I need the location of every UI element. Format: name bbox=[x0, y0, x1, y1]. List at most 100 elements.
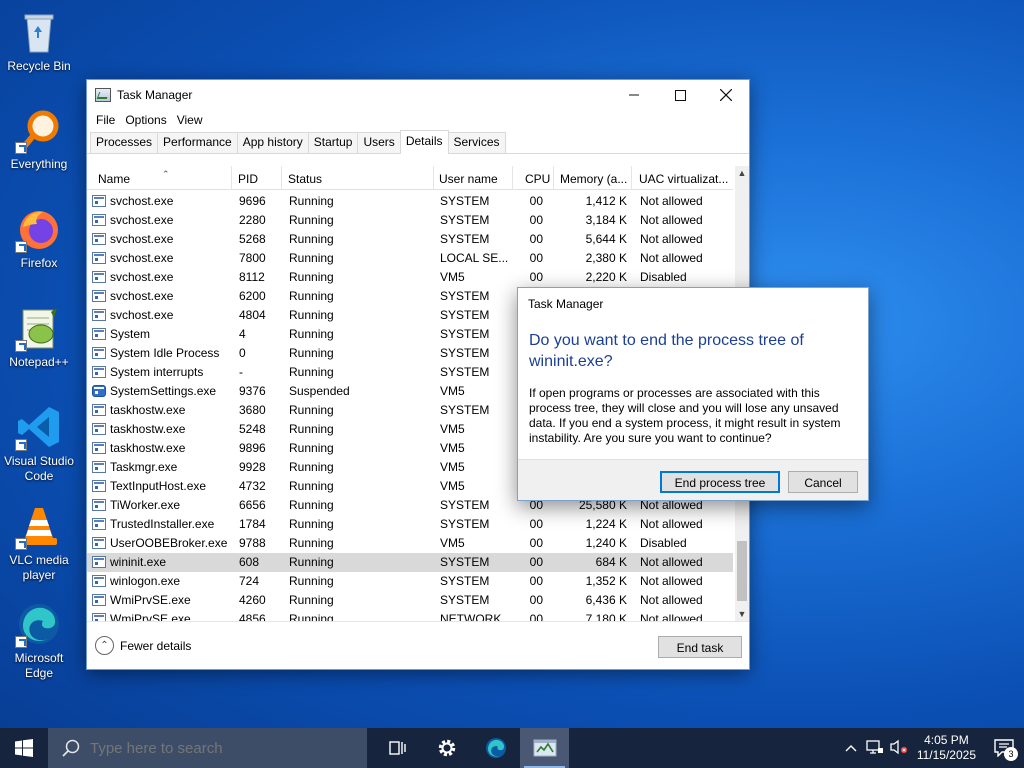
process-icon bbox=[92, 233, 106, 245]
desktop-icon-firefox[interactable]: Firefox bbox=[2, 205, 76, 271]
clock[interactable]: 4:05 PM 11/15/2025 bbox=[917, 733, 976, 763]
cell-pid: 4804 bbox=[239, 308, 266, 322]
taskbar-task-manager-button[interactable] bbox=[520, 728, 569, 768]
table-row[interactable]: svchost.exe 5268 Running SYSTEM 00 5,644 K Not… bbox=[87, 230, 733, 249]
cell-name: svchost.exe bbox=[110, 232, 174, 246]
column-header-cpu[interactable]: CPU bbox=[521, 166, 554, 190]
column-header-name[interactable]: ⌃ Name bbox=[94, 166, 232, 190]
fewer-details-link[interactable]: Fewer details bbox=[120, 639, 191, 653]
column-header-memory[interactable]: Memory (a... bbox=[556, 166, 632, 190]
tab-services[interactable]: Services bbox=[447, 132, 506, 153]
menu-options[interactable]: Options bbox=[120, 113, 171, 127]
tab-details[interactable]: Details bbox=[399, 130, 449, 154]
desktop-icon-notepad-plus-plus[interactable]: Notepad++ bbox=[2, 304, 76, 370]
cell-user: VM5 bbox=[440, 270, 465, 284]
window-footer: ⌃ Fewer details End task bbox=[87, 621, 749, 669]
desktop-icon-recycle-bin[interactable]: Recycle Bin bbox=[2, 8, 76, 74]
cell-memory: 1,240 K bbox=[585, 536, 627, 550]
cell-name: SystemSettings.exe bbox=[110, 384, 217, 398]
process-icon bbox=[92, 613, 106, 621]
tab-processes[interactable]: Processes bbox=[90, 132, 159, 153]
cell-pid: 4 bbox=[239, 327, 246, 341]
cell-pid: 8112 bbox=[239, 270, 265, 284]
cell-uac: Not allowed bbox=[640, 555, 703, 569]
desktop-icon-everything[interactable]: Everything bbox=[2, 106, 76, 172]
cell-name: winlogon.exe bbox=[110, 574, 181, 588]
minimize-button[interactable] bbox=[611, 80, 657, 110]
table-row[interactable]: TrustedInstaller.exe 1784 Running SYSTEM 00 1… bbox=[87, 515, 733, 534]
menu-view[interactable]: View bbox=[172, 113, 208, 127]
table-row[interactable]: svchost.exe 2280 Running SYSTEM 00 3,184 K Not… bbox=[87, 211, 733, 230]
shortcut-arrow-icon bbox=[15, 636, 27, 648]
cell-status: Running bbox=[289, 270, 334, 284]
process-icon bbox=[92, 290, 106, 302]
cell-status: Suspended bbox=[289, 384, 350, 398]
scroll-up-icon[interactable]: ▲ bbox=[735, 166, 749, 180]
table-row[interactable]: svchost.exe 9696 Running SYSTEM 00 1,412 K Not… bbox=[87, 192, 733, 211]
column-header-uac-virtualization[interactable]: UAC virtualizat... bbox=[635, 166, 733, 190]
column-header-label: Name bbox=[98, 172, 131, 186]
network-icon[interactable] bbox=[863, 739, 887, 758]
column-header-pid[interactable]: PID bbox=[234, 166, 282, 190]
desktop-icon-edge[interactable]: Microsoft Edge bbox=[2, 600, 76, 681]
process-icon bbox=[92, 366, 106, 378]
cell-pid: - bbox=[239, 365, 243, 379]
end-process-tree-button[interactable]: End process tree bbox=[660, 471, 780, 493]
cancel-button[interactable]: Cancel bbox=[788, 471, 858, 493]
table-row[interactable]: UserOOBEBroker.exe 9788 Running VM5 00 1,240 … bbox=[87, 534, 733, 553]
cell-cpu: 00 bbox=[529, 251, 543, 265]
title-bar[interactable]: Task Manager bbox=[87, 80, 749, 110]
search-input[interactable] bbox=[88, 738, 328, 758]
task-view-button[interactable] bbox=[373, 728, 422, 768]
chevron-up-icon[interactable] bbox=[839, 741, 863, 755]
cell-user: VM5 bbox=[440, 479, 465, 493]
table-row[interactable]: wininit.exe 608 Running SYSTEM 00 684 K Not al… bbox=[87, 553, 733, 572]
maximize-button[interactable] bbox=[657, 80, 703, 110]
cell-memory: 2,380 K bbox=[585, 251, 627, 265]
grid-header: ⌃ Name PID Status User name CPU Memory (… bbox=[87, 166, 733, 190]
cell-status: Running bbox=[289, 593, 334, 607]
cell-user: SYSTEM bbox=[440, 403, 490, 417]
process-icon bbox=[92, 195, 106, 207]
windows-logo-icon bbox=[15, 739, 33, 757]
scrollbar-thumb[interactable] bbox=[737, 541, 747, 601]
edge-icon bbox=[485, 738, 506, 758]
shortcut-arrow-icon bbox=[15, 142, 27, 154]
table-row[interactable]: WmiPrvSE.exe 4856 Running NETWORK ... 00 7,18… bbox=[87, 610, 733, 621]
cell-uac: Not allowed bbox=[640, 593, 703, 607]
cell-pid: 7800 bbox=[239, 251, 266, 265]
taskbar-settings-button[interactable] bbox=[422, 728, 471, 768]
table-row[interactable]: svchost.exe 8112 Running VM5 00 2,220 K Disabl… bbox=[87, 268, 733, 287]
end-task-button[interactable]: End task bbox=[658, 636, 742, 658]
cell-memory: 3,184 K bbox=[585, 213, 627, 227]
cell-pid: 3680 bbox=[239, 403, 266, 417]
table-row[interactable]: svchost.exe 7800 Running LOCAL SE... 00 2,380… bbox=[87, 249, 733, 268]
cell-status: Running bbox=[289, 517, 334, 531]
tab-performance[interactable]: Performance bbox=[157, 132, 238, 153]
volume-muted-icon[interactable] bbox=[887, 739, 911, 758]
cell-name: System bbox=[110, 327, 151, 341]
action-center-button[interactable]: 3 bbox=[984, 728, 1024, 768]
search-box[interactable] bbox=[48, 728, 367, 768]
notepad-plus-plus-icon bbox=[15, 304, 63, 352]
tab-app-history[interactable]: App history bbox=[236, 132, 309, 153]
menu-file[interactable]: File bbox=[91, 113, 120, 127]
start-button[interactable] bbox=[0, 728, 48, 768]
cell-uac: Not allowed bbox=[640, 612, 703, 621]
column-header-user-name[interactable]: User name bbox=[435, 166, 513, 190]
cell-name: svchost.exe bbox=[110, 251, 174, 265]
table-row[interactable]: winlogon.exe 724 Running SYSTEM 00 1,352 K Not… bbox=[87, 572, 733, 591]
chevron-up-icon[interactable]: ⌃ bbox=[95, 636, 114, 655]
taskbar-edge-button[interactable] bbox=[471, 728, 520, 768]
tab-startup[interactable]: Startup bbox=[307, 132, 359, 153]
table-row[interactable]: WmiPrvSE.exe 4260 Running SYSTEM 00 6,436 K No… bbox=[87, 591, 733, 610]
edge-icon bbox=[15, 600, 63, 648]
cell-pid: 6656 bbox=[239, 498, 266, 512]
column-header-status[interactable]: Status bbox=[284, 166, 434, 190]
close-button[interactable] bbox=[703, 80, 749, 110]
desktop-icon-vlc[interactable]: VLC media player bbox=[2, 502, 76, 583]
tab-users[interactable]: Users bbox=[357, 132, 401, 153]
process-icon bbox=[92, 461, 106, 473]
scroll-down-icon[interactable]: ▼ bbox=[735, 607, 749, 621]
desktop-icon-vscode[interactable]: Visual Studio Code bbox=[2, 403, 76, 484]
